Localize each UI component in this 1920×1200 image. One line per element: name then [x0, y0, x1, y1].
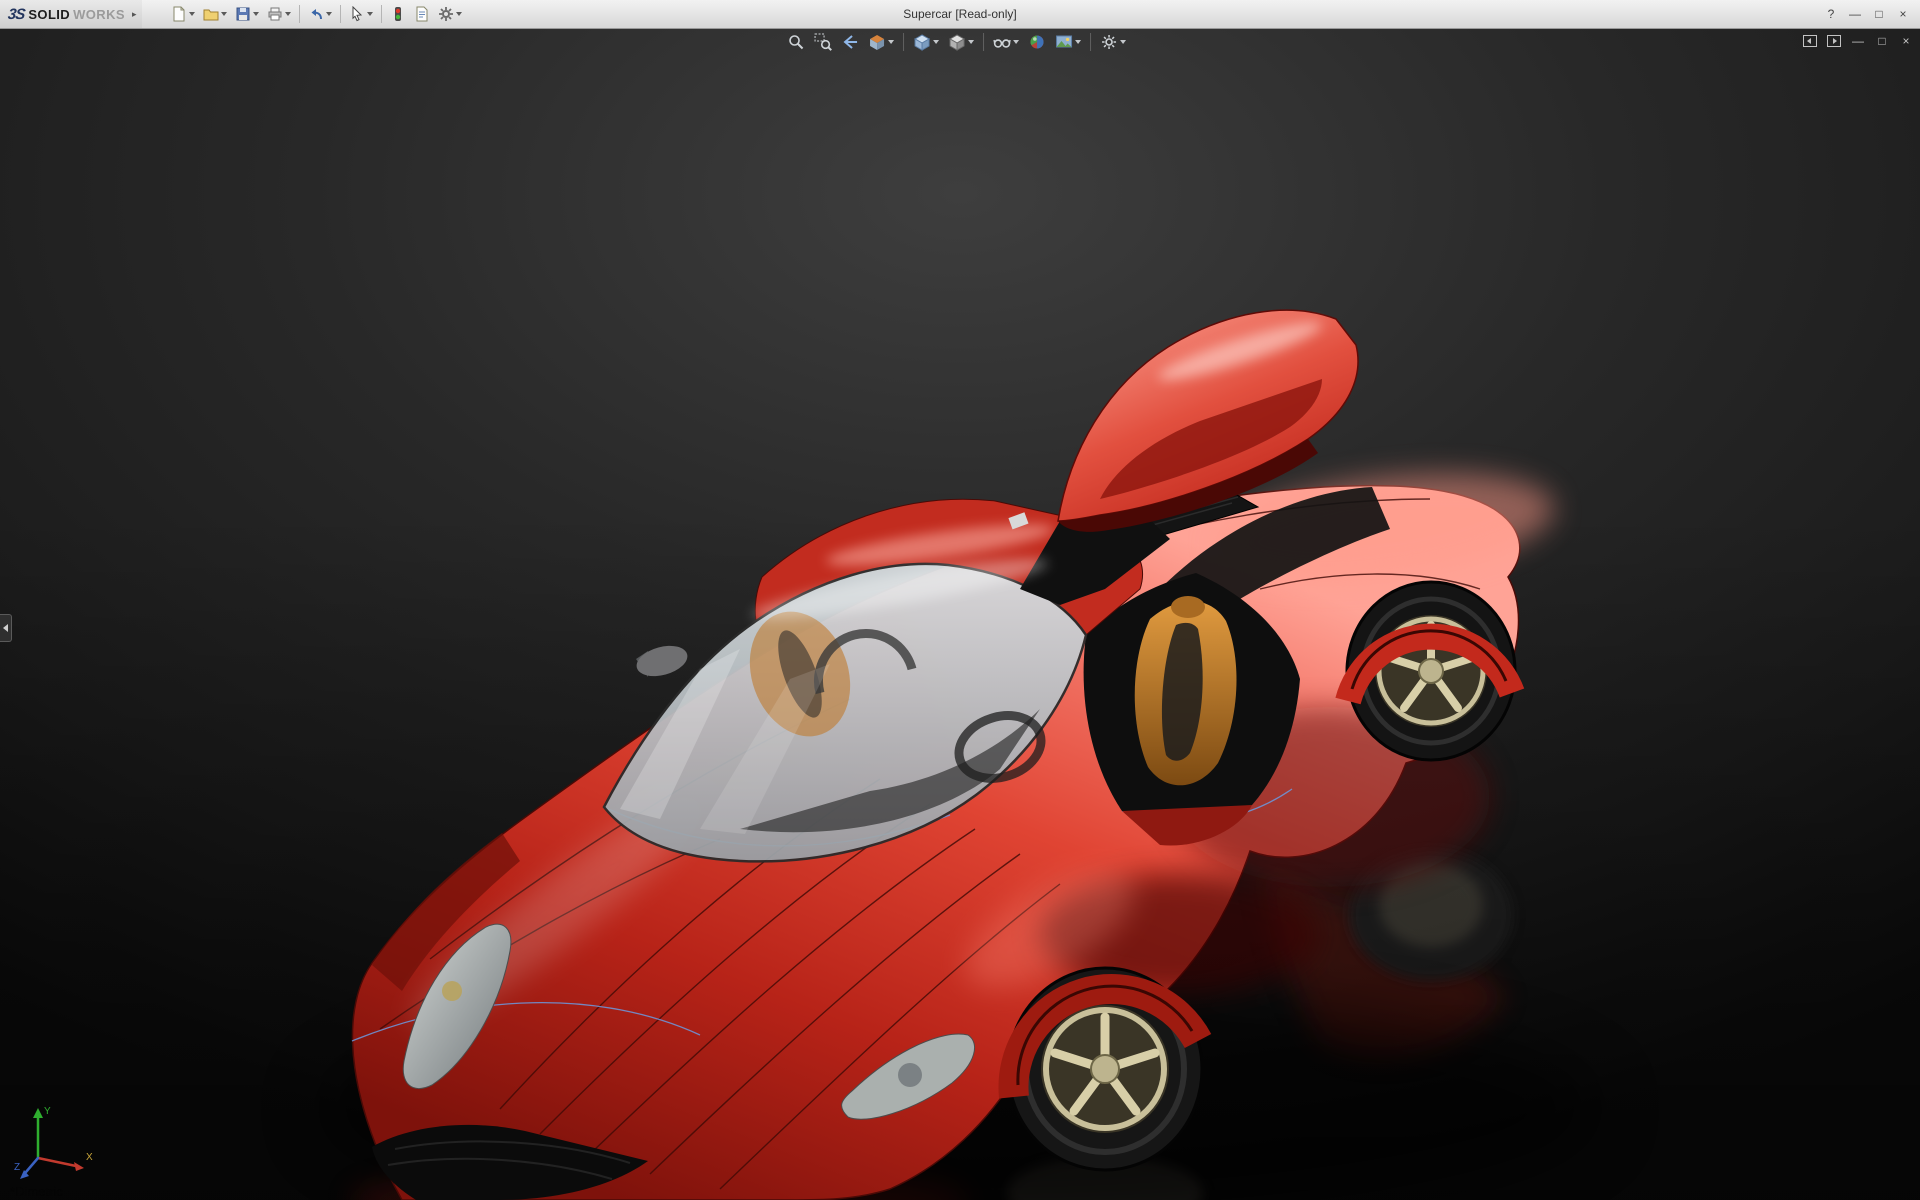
select-cursor-icon — [349, 6, 365, 22]
file-properties-icon — [414, 6, 430, 22]
dropdown-caret[interactable] — [1013, 40, 1019, 44]
triad-x-label: X — [86, 1152, 93, 1163]
document-title: Supercar [Read-only] — [903, 0, 1016, 28]
minimize-button[interactable]: — — [1844, 4, 1866, 24]
dropdown-caret[interactable] — [285, 12, 291, 16]
zoom-to-fit-button[interactable] — [784, 31, 808, 53]
apply-scene-button[interactable] — [1052, 31, 1084, 53]
restore-button[interactable]: □ — [1868, 4, 1890, 24]
open-folder-icon — [203, 6, 219, 22]
titlebar: 3S SOLIDWORKS ▸ — [0, 0, 1920, 29]
3ds-logo-icon: 3S — [7, 6, 26, 23]
dropdown-caret[interactable] — [1120, 40, 1126, 44]
dropdown-caret[interactable] — [189, 12, 195, 16]
new-button[interactable] — [168, 2, 198, 26]
brand-solid: SOLID — [28, 7, 70, 22]
display-style-icon — [948, 33, 966, 51]
dropdown-caret[interactable] — [456, 12, 462, 16]
undo-button[interactable] — [305, 2, 335, 26]
pane-split-icon[interactable] — [1802, 33, 1818, 49]
toolbar-separator — [299, 5, 300, 23]
coordinate-triad: X Y Z — [14, 1100, 100, 1184]
section-view-button[interactable] — [865, 31, 897, 53]
main-toolbar — [168, 2, 465, 26]
open-button[interactable] — [200, 2, 230, 26]
chevron-left-icon — [3, 624, 8, 632]
undo-icon — [308, 6, 324, 22]
toolbar-separator — [381, 5, 382, 23]
view-orientation-button[interactable] — [910, 31, 942, 53]
print-button[interactable] — [264, 2, 294, 26]
document-window-controls: — □ × — [1802, 33, 1914, 49]
dropdown-caret[interactable] — [221, 12, 227, 16]
dropdown-caret[interactable] — [888, 40, 894, 44]
dropdown-caret[interactable] — [968, 40, 974, 44]
toolbar-separator — [340, 5, 341, 23]
rear-wheel[interactable] — [1347, 582, 1515, 760]
hud-separator — [903, 33, 904, 51]
hud-separator — [1090, 33, 1091, 51]
dropdown-caret[interactable] — [253, 12, 259, 16]
display-style-button[interactable] — [945, 31, 977, 53]
close-button[interactable]: × — [1892, 4, 1914, 24]
dropdown-caret[interactable] — [326, 12, 332, 16]
featuremanager-expand-tab[interactable] — [0, 614, 12, 642]
edit-appearance-ball-icon — [1028, 33, 1046, 51]
options-gear-icon — [438, 6, 454, 22]
dropdown-caret[interactable] — [1075, 40, 1081, 44]
options-button[interactable] — [435, 2, 465, 26]
previous-view-icon — [841, 33, 859, 51]
edit-appearance-button[interactable] — [1025, 31, 1049, 53]
hide-show-items-button[interactable] — [990, 31, 1022, 53]
headsup-view-toolbar — [784, 31, 1129, 53]
brand-works: WORKS — [73, 7, 125, 22]
help-button[interactable]: ? — [1820, 4, 1842, 24]
doc-close-button[interactable]: × — [1898, 33, 1914, 49]
new-document-icon — [171, 6, 187, 22]
triad-z-label: Z — [14, 1162, 20, 1173]
save-button[interactable] — [232, 2, 262, 26]
menu-expand-arrow[interactable]: ▸ — [132, 9, 137, 20]
select-button[interactable] — [346, 2, 376, 26]
apply-scene-icon — [1055, 33, 1073, 51]
print-icon — [267, 6, 283, 22]
doc-minimize-button[interactable]: — — [1850, 33, 1866, 49]
view-orientation-label: *Dimetric — [10, 1184, 63, 1199]
zoom-to-area-button[interactable] — [811, 31, 835, 53]
graphics-viewport[interactable]: — □ × X Y Z *Dimetric — [0, 29, 1920, 1200]
zoom-to-area-icon — [814, 33, 832, 51]
previous-view-button[interactable] — [838, 31, 862, 53]
file-properties-button[interactable] — [411, 2, 433, 26]
triad-y-label: Y — [44, 1106, 51, 1117]
view-settings-icon — [1100, 33, 1118, 51]
view-orientation-cube-icon — [913, 33, 931, 51]
solidworks-logo[interactable]: 3S SOLIDWORKS ▸ — [0, 0, 142, 28]
hud-separator — [983, 33, 984, 51]
front-wheel[interactable] — [1008, 968, 1202, 1170]
rebuild-button[interactable] — [387, 2, 409, 26]
hide-show-glasses-icon — [993, 33, 1011, 51]
zoom-to-fit-icon — [787, 33, 805, 51]
pane-expand-icon[interactable] — [1826, 33, 1842, 49]
save-icon — [235, 6, 251, 22]
section-view-icon — [868, 33, 886, 51]
dropdown-caret[interactable] — [367, 12, 373, 16]
rebuild-traffic-light-icon — [390, 6, 406, 22]
3d-scene[interactable] — [0, 29, 1920, 1200]
view-settings-button[interactable] — [1097, 31, 1129, 53]
doc-restore-button[interactable]: □ — [1874, 33, 1890, 49]
dropdown-caret[interactable] — [933, 40, 939, 44]
window-controls: ? — □ × — [1820, 4, 1920, 24]
